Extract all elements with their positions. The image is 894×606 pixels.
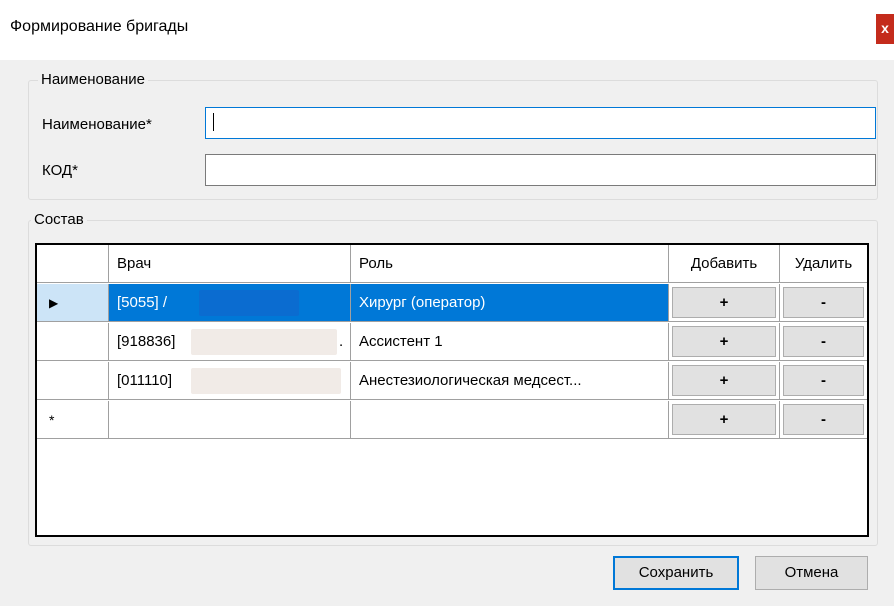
- redacted-name: [199, 290, 299, 316]
- role-cell[interactable]: Ассистент 1: [351, 323, 669, 361]
- role-cell[interactable]: [351, 401, 669, 439]
- add-row-button[interactable]: +: [672, 365, 776, 396]
- row-header[interactable]: [37, 362, 109, 400]
- delete-cell: -: [780, 323, 867, 361]
- new-row-asterisk-icon: *: [49, 412, 55, 428]
- delete-row-button[interactable]: -: [783, 287, 864, 318]
- add-cell: +: [669, 284, 780, 322]
- doctor-value: [918836]: [117, 333, 176, 350]
- row-header[interactable]: *: [37, 401, 109, 439]
- new-row[interactable]: * + -: [37, 401, 867, 440]
- delete-cell: -: [780, 284, 867, 322]
- doctor-value: [5055] /: [117, 294, 168, 311]
- dialog-body: Наименование Наименование* КОД* Состав В…: [0, 60, 894, 606]
- delete-cell: -: [780, 362, 867, 400]
- delete-row-button[interactable]: -: [783, 326, 864, 357]
- grid-header-row: Врач Роль Добавить Удалить: [37, 245, 867, 284]
- delete-row-button[interactable]: -: [783, 404, 864, 435]
- table-row[interactable]: [918836] . Ассистент 1 + -: [37, 323, 867, 362]
- doctor-cell[interactable]: [918836] .: [109, 323, 351, 361]
- redacted-name: [191, 329, 337, 355]
- doctor-value: [011110]: [117, 372, 173, 389]
- window-title: Формирование бригады: [10, 18, 189, 35]
- doctor-cell[interactable]: [109, 401, 351, 439]
- title-bar: Формирование бригады x: [0, 0, 894, 60]
- doctor-cell[interactable]: [011110]: [109, 362, 351, 400]
- name-input[interactable]: [205, 107, 876, 139]
- add-row-button[interactable]: +: [672, 404, 776, 435]
- doctor-value-suffix: .: [339, 333, 344, 350]
- add-cell: +: [669, 401, 780, 439]
- team-members-grid: Врач Роль Добавить Удалить ▶ [5055] / Хи…: [35, 243, 869, 537]
- add-cell: +: [669, 323, 780, 361]
- name-field-label: Наименование*: [42, 116, 152, 133]
- name-groupbox: Наименование Наименование* КОД*: [28, 71, 878, 200]
- column-header-doctor[interactable]: Врач: [109, 245, 351, 283]
- column-header-add[interactable]: Добавить: [669, 245, 780, 283]
- add-row-button[interactable]: +: [672, 326, 776, 357]
- column-header-role[interactable]: Роль: [351, 245, 669, 283]
- code-input[interactable]: [205, 154, 876, 186]
- redacted-name: [191, 368, 341, 394]
- add-row-button[interactable]: +: [672, 287, 776, 318]
- row-header[interactable]: [37, 323, 109, 361]
- save-button[interactable]: Сохранить: [613, 556, 739, 590]
- code-field-label: КОД*: [42, 162, 78, 179]
- text-caret: [213, 113, 214, 131]
- composition-group-legend: Состав: [31, 211, 87, 228]
- role-cell[interactable]: Хирург (оператор): [351, 284, 669, 322]
- cancel-button[interactable]: Отмена: [755, 556, 868, 590]
- name-group-legend: Наименование: [38, 71, 148, 88]
- table-row[interactable]: ▶ [5055] / Хирург (оператор) + -: [37, 284, 867, 323]
- column-header-delete[interactable]: Удалить: [780, 245, 867, 283]
- add-cell: +: [669, 362, 780, 400]
- role-cell[interactable]: Анестезиологическая медсест...: [351, 362, 669, 400]
- row-header-corner: [37, 245, 109, 283]
- close-icon[interactable]: x: [876, 14, 894, 44]
- current-row-arrow-icon: ▶: [49, 296, 59, 310]
- delete-row-button[interactable]: -: [783, 365, 864, 396]
- delete-cell: -: [780, 401, 867, 439]
- table-row[interactable]: [011110] Анестезиологическая медсест... …: [37, 362, 867, 401]
- row-header[interactable]: ▶: [37, 284, 109, 322]
- doctor-cell[interactable]: [5055] /: [109, 284, 351, 322]
